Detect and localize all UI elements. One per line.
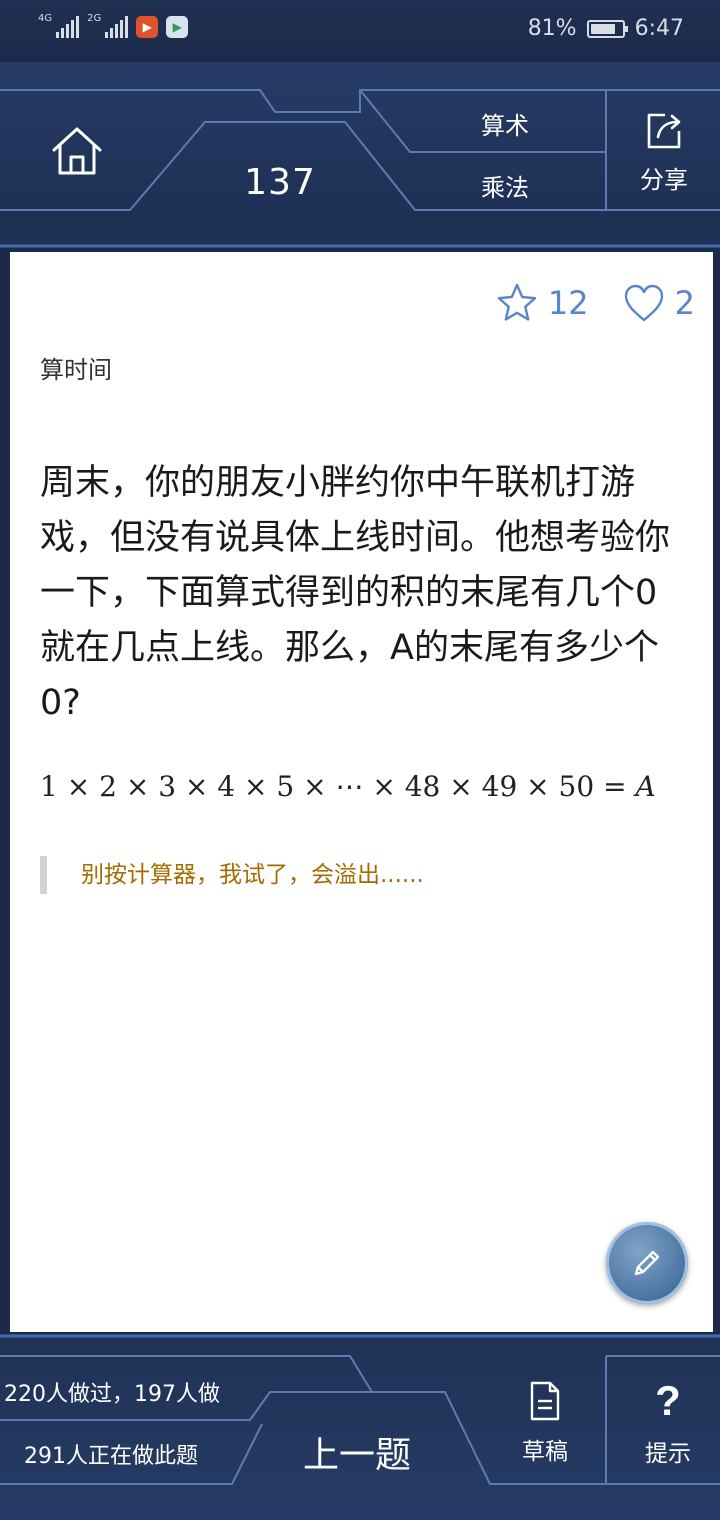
formula-term: 48 [404, 770, 441, 803]
bottom-bar: 220人做过，197人做 291人正在做此题 上一题 草稿 ? 提示 [0, 1334, 720, 1520]
like-button[interactable]: 2 [623, 283, 695, 323]
star-icon [497, 283, 537, 321]
share-icon [647, 113, 681, 149]
network-type-label: 4G [38, 13, 53, 24]
question-text: 周末，你的朋友小胖约你中午联机打游戏，但没有说具体上线时间。他想考验你一下，下面… [40, 463, 671, 723]
tag-arithmetic[interactable]: 算术 [430, 106, 580, 141]
formula-term: ⋯ [335, 770, 364, 803]
network-type-label: 2G [87, 13, 102, 24]
formula-operator: × [116, 770, 159, 803]
formula-operator: × [440, 770, 482, 803]
formula-result: A [635, 770, 656, 803]
formula-operator: × [517, 770, 559, 803]
formula-term: 5 [276, 770, 295, 803]
status-right: 81% 6:47 [528, 16, 684, 41]
share-label: 分享 [640, 166, 688, 194]
clock: 6:47 [634, 16, 684, 41]
draft-label: 草稿 [522, 1439, 568, 1465]
formula-term: 50 [558, 770, 595, 803]
question-category: 算时间 [40, 356, 112, 384]
stats: 12 2 [496, 282, 695, 324]
formula-equals: = [594, 770, 636, 803]
status-bar: 4G 2G ▶ ▶ 81% 6:47 [0, 0, 720, 62]
question-mark-icon: ? [655, 1377, 681, 1424]
tv-app-icon: ▶ [166, 16, 189, 38]
signal-2g-icon: 2G [87, 13, 129, 38]
document-icon [530, 1381, 560, 1421]
hint-button[interactable]: ? 提示 [620, 1378, 716, 1468]
home-icon [52, 127, 102, 175]
like-count: 2 [674, 284, 695, 322]
done-count: 220人做过，197人做 [4, 1382, 220, 1407]
formula-operator: × [176, 770, 218, 803]
battery-fill [590, 23, 615, 34]
tag-multiplication[interactable]: 乘法 [430, 168, 580, 203]
formula-term: 2 [99, 770, 117, 803]
question-card: 12 2 算时间 周末，你的朋友小胖约你中午联机打游戏，但没有说具体上线时间。他… [10, 252, 713, 1332]
formula-term: 49 [481, 770, 518, 803]
formula-term: 4 [217, 770, 236, 803]
favorite-button[interactable]: 12 [496, 282, 589, 324]
hint-label: 提示 [645, 1441, 691, 1467]
formula-operator: × [235, 770, 277, 803]
formula: 1 × 2 × 3 × 4 × 5 × ⋯ × 48 × 49 × 50 = A [40, 770, 690, 803]
battery-icon [586, 19, 628, 38]
formula-operator: × [363, 770, 405, 803]
formula-operator: × [294, 770, 336, 803]
battery-percent: 81% [527, 16, 577, 41]
formula-term: 1 [40, 770, 58, 803]
draft-button[interactable]: 草稿 [500, 1380, 590, 1466]
status-left: 4G 2G ▶ ▶ [38, 13, 189, 38]
favorite-count: 12 [547, 284, 589, 322]
previous-question-button[interactable]: 上一题 [262, 1426, 452, 1478]
formula-operator: × [57, 770, 100, 803]
pencil-icon [634, 1250, 660, 1276]
heart-icon [624, 284, 663, 322]
signal-4g-icon: 4G [38, 13, 80, 38]
video-app-icon: ▶ [136, 16, 159, 38]
edit-button[interactable] [606, 1222, 688, 1304]
formula-term: 3 [158, 770, 177, 803]
hint-quote: 别按计算器，我试了，会溢出...... [40, 856, 424, 894]
home-button[interactable] [40, 114, 114, 188]
share-button[interactable]: 分享 [612, 110, 716, 210]
doing-count: 291人正在做此题 [24, 1444, 198, 1469]
top-bar: 137 算术 乘法 分享 [0, 62, 720, 248]
question-number: 137 [244, 162, 316, 203]
